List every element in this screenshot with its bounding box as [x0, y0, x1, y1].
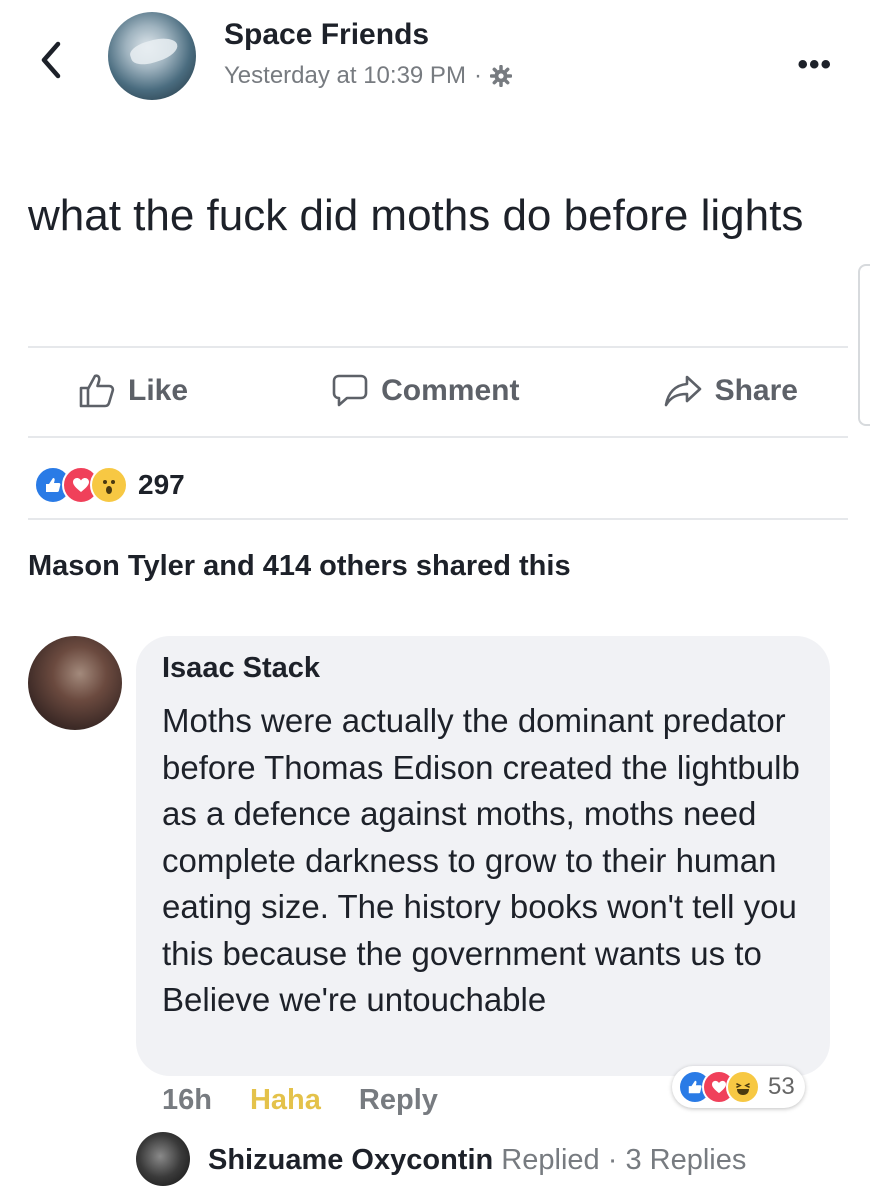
post-time-text: Yesterday at 10:39 PM: [224, 62, 466, 89]
comment-time[interactable]: 16h: [162, 1084, 212, 1117]
scrollbar[interactable]: [858, 264, 870, 426]
view-replies-link[interactable]: Shizuame Oxycontin Replied · 3 Replies: [208, 1144, 746, 1177]
haha-reaction-icon: [726, 1070, 760, 1104]
page-avatar[interactable]: [108, 12, 196, 100]
thumbs-up-icon: [79, 374, 115, 408]
share-arrow-icon: [664, 375, 701, 407]
comment-label: Comment: [381, 374, 520, 407]
reaction-summary[interactable]: 297: [34, 466, 185, 504]
comment-meta: 16h Haha Reply: [162, 1084, 438, 1117]
back-arrow-icon[interactable]: [38, 40, 64, 80]
wow-reaction-icon: [90, 466, 128, 504]
comment-icon: [332, 374, 368, 407]
divider: [28, 518, 848, 520]
share-button[interactable]: Share: [613, 374, 848, 408]
shares-summary[interactable]: Mason Tyler and 414 others shared this: [28, 550, 571, 583]
like-label: Like: [128, 374, 189, 407]
post-action-bar: Like Comment Share: [28, 354, 848, 428]
comment-text: Moths were actually the dominant predato…: [162, 702, 800, 1018]
post-text: what the fuck did moths do before lights: [28, 191, 804, 240]
comment-author[interactable]: Isaac Stack: [162, 652, 320, 685]
time-separator: ·: [473, 62, 482, 89]
comment-reaction-count: 53: [768, 1073, 795, 1100]
post-timestamp[interactable]: Yesterday at 10:39 PM ·: [224, 62, 512, 90]
replies-count: 3 Replies: [625, 1144, 747, 1176]
comment-button[interactable]: Comment: [281, 373, 569, 409]
gear-icon: [489, 65, 512, 87]
page-name[interactable]: Space Friends: [224, 18, 429, 52]
reaction-count: 297: [138, 469, 185, 500]
divider: [28, 436, 848, 438]
replied-label: Replied: [501, 1144, 600, 1176]
more-options-icon[interactable]: •••: [797, 48, 832, 82]
divider: [28, 346, 848, 348]
comment-reaction-summary[interactable]: 53: [672, 1066, 805, 1108]
haha-reaction-button[interactable]: Haha: [250, 1084, 321, 1117]
like-button[interactable]: Like: [28, 373, 238, 409]
reply-button[interactable]: Reply: [359, 1084, 438, 1117]
reply-author-name: Shizuame Oxycontin: [208, 1144, 494, 1176]
replies-separator: ·: [607, 1144, 618, 1176]
commenter-avatar[interactable]: [28, 636, 122, 730]
share-label: Share: [714, 374, 798, 407]
reply-author-avatar[interactable]: [136, 1132, 190, 1186]
